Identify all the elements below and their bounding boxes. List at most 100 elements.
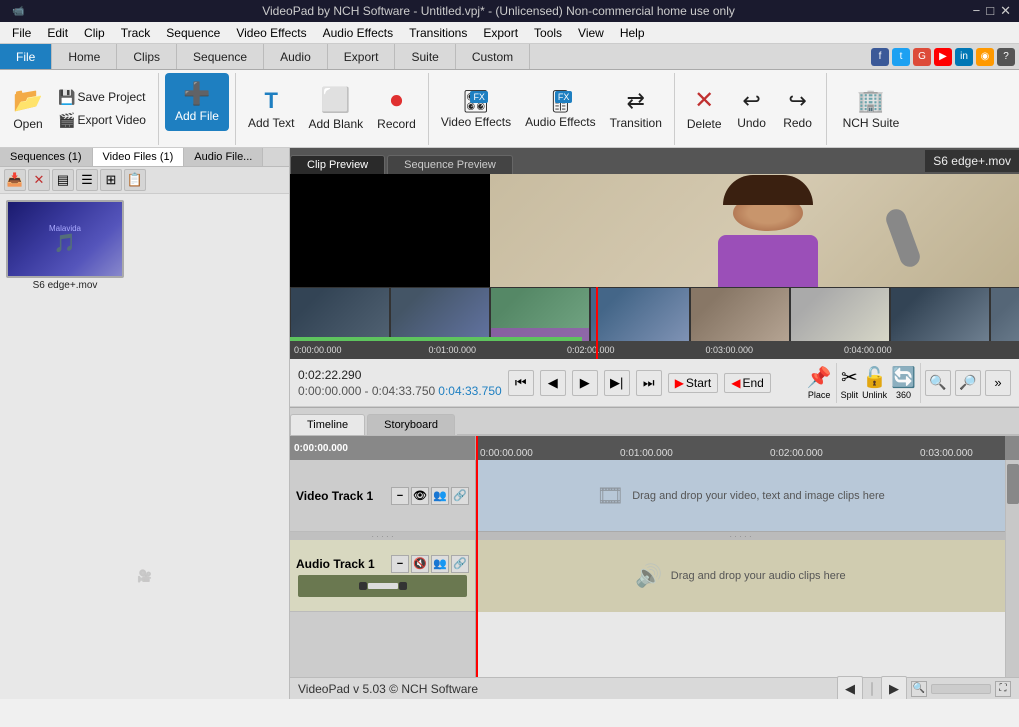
audio-waveform bbox=[298, 575, 467, 597]
scrub-line[interactable] bbox=[596, 287, 598, 359]
transition-icon: ⇄ bbox=[627, 88, 645, 114]
tab-audio[interactable]: Audio bbox=[264, 44, 328, 69]
transition-button[interactable]: ⇄ Transition bbox=[604, 79, 668, 139]
export-video-button[interactable]: 🎬 Export Video bbox=[52, 110, 152, 131]
menu-view[interactable]: View bbox=[570, 24, 612, 42]
track-content-split[interactable]: · · · · · bbox=[476, 532, 1005, 540]
open-button[interactable]: 📂 Open bbox=[6, 79, 50, 139]
tab-custom[interactable]: Custom bbox=[456, 44, 530, 69]
unlink-button[interactable]: 🔓 Unlink bbox=[862, 365, 887, 400]
track-mute-icon[interactable]: 🔇 bbox=[411, 555, 429, 573]
track-minus-icon2[interactable]: − bbox=[391, 555, 409, 573]
tab-video-files[interactable]: Video Files (1) bbox=[93, 148, 185, 166]
google-icon[interactable]: G bbox=[913, 48, 931, 66]
list-view-button[interactable]: ☰ bbox=[76, 169, 98, 191]
zoom-slider[interactable] bbox=[931, 684, 991, 694]
audio-track-area[interactable]: 🔊 Drag and drop your audio clips here bbox=[476, 540, 1005, 612]
prev-frame-button[interactable]: ◀ bbox=[540, 370, 566, 396]
rss-icon[interactable]: ◉ bbox=[976, 48, 994, 66]
track-minus-icon[interactable]: − bbox=[391, 487, 409, 505]
track-link-icon2[interactable]: 🔗 bbox=[451, 555, 469, 573]
next-frame-button[interactable]: ▶| bbox=[604, 370, 630, 396]
menu-track[interactable]: Track bbox=[113, 24, 159, 42]
main-layout: Sequences (1) Video Files (1) Audio File… bbox=[0, 148, 1019, 699]
tab-suite[interactable]: Suite bbox=[395, 44, 455, 69]
twitter-icon[interactable]: t bbox=[892, 48, 910, 66]
tab-file[interactable]: File bbox=[0, 44, 52, 69]
menu-edit[interactable]: Edit bbox=[39, 24, 76, 42]
track-group-icon2[interactable]: 👥 bbox=[431, 555, 449, 573]
play-button[interactable]: ▶ bbox=[572, 370, 598, 396]
redo-icon: ↪ bbox=[788, 88, 806, 114]
menu-clip[interactable]: Clip bbox=[76, 24, 113, 42]
menu-help[interactable]: Help bbox=[612, 24, 653, 42]
save-project-button[interactable]: 💾 Save Project bbox=[52, 87, 152, 108]
fullscreen-btn[interactable]: ⛶ bbox=[995, 681, 1011, 697]
horizontal-scrollbar[interactable] bbox=[871, 682, 873, 696]
preview-main-video[interactable] bbox=[490, 174, 1019, 287]
delete-button[interactable]: ✕ Delete bbox=[681, 79, 728, 139]
scroll-right-btn[interactable]: ▶ bbox=[881, 676, 907, 700]
scrollbar-thumb[interactable] bbox=[1007, 464, 1019, 504]
tab-home[interactable]: Home bbox=[52, 44, 117, 69]
facebook-icon[interactable]: f bbox=[871, 48, 889, 66]
nch-suite-button[interactable]: 🏢 NCH Suite bbox=[837, 79, 906, 139]
track-scrollbar[interactable] bbox=[1005, 460, 1019, 677]
audio-effects-button[interactable]: 🎚 FX Audio Effects bbox=[519, 79, 602, 139]
tab-clips[interactable]: Clips bbox=[117, 44, 177, 69]
zoom-btn[interactable]: 🔍 bbox=[911, 681, 927, 697]
skip-end-button[interactable]: ⏭ bbox=[636, 370, 662, 396]
split-button[interactable]: ✂ Split bbox=[841, 365, 859, 400]
track-split-handle[interactable]: · · · · · bbox=[290, 532, 475, 540]
start-marker-button[interactable]: ▶ Start bbox=[668, 373, 719, 393]
add-file-button[interactable]: ➕ Add File bbox=[165, 73, 229, 131]
record-button[interactable]: ⏺ Record bbox=[371, 79, 422, 139]
video-track-name: Video Track 1 bbox=[296, 489, 373, 503]
menu-transitions[interactable]: Transitions bbox=[401, 24, 475, 42]
menu-video-effects[interactable]: Video Effects bbox=[228, 24, 314, 42]
minimize-button[interactable]: − bbox=[973, 3, 981, 19]
360-button[interactable]: 🔄 360 bbox=[891, 365, 916, 400]
more-button[interactable]: » bbox=[985, 370, 1011, 396]
linkedin-icon[interactable]: in bbox=[955, 48, 973, 66]
sort-button[interactable]: ▤ bbox=[52, 169, 74, 191]
add-text-button[interactable]: T Add Text bbox=[242, 79, 300, 139]
scroll-left-btn[interactable]: ◀ bbox=[837, 676, 863, 700]
undo-button[interactable]: ↩ Undo bbox=[730, 79, 774, 139]
track-group-icon[interactable]: 👥 bbox=[431, 487, 449, 505]
track-link-icon[interactable]: 🔗 bbox=[451, 487, 469, 505]
menu-sequence[interactable]: Sequence bbox=[158, 24, 228, 42]
place-button[interactable]: 📌 Place bbox=[807, 365, 832, 400]
list-item[interactable]: Malavida 🎵 S6 edge+.mov bbox=[6, 200, 124, 291]
redo-button[interactable]: ↪ Redo bbox=[776, 79, 820, 139]
remove-button[interactable]: ✕ bbox=[28, 169, 50, 191]
tab-sequence[interactable]: Sequence bbox=[177, 44, 264, 69]
tab-clip-preview[interactable]: Clip Preview bbox=[290, 155, 385, 174]
help-icon[interactable]: ? bbox=[997, 48, 1015, 66]
tab-sequence-preview[interactable]: Sequence Preview bbox=[387, 155, 513, 174]
tab-sequences[interactable]: Sequences (1) bbox=[0, 148, 93, 166]
grid-view-button[interactable]: ⊞ bbox=[100, 169, 122, 191]
track-eye-icon[interactable]: 👁 bbox=[411, 487, 429, 505]
import-button[interactable]: 📥 bbox=[4, 169, 26, 191]
tab-timeline[interactable]: Timeline bbox=[290, 414, 365, 435]
menu-tools[interactable]: Tools bbox=[526, 24, 570, 42]
add-blank-button[interactable]: ⬜ Add Blank bbox=[302, 79, 369, 139]
zoom-in-button[interactable]: 🔍 bbox=[925, 370, 951, 396]
tab-audio-files[interactable]: Audio File... bbox=[184, 148, 263, 166]
menu-file[interactable]: File bbox=[4, 24, 39, 42]
end-marker-button[interactable]: ◀ End bbox=[724, 373, 771, 393]
menu-export[interactable]: Export bbox=[475, 24, 526, 42]
video-track-area[interactable]: 🎞 Drag and drop your video, text and ima… bbox=[476, 460, 1005, 532]
close-button[interactable]: ✕ bbox=[1000, 3, 1011, 19]
maximize-button[interactable]: □ bbox=[986, 3, 994, 19]
metadata-button[interactable]: 📋 bbox=[124, 169, 146, 191]
youtube-icon[interactable]: ▶ bbox=[934, 48, 952, 66]
menu-audio-effects[interactable]: Audio Effects bbox=[315, 24, 402, 42]
skip-start-button[interactable]: ⏮ bbox=[508, 370, 534, 396]
video-effects-button[interactable]: 🎛 FX Video Effects bbox=[435, 79, 517, 139]
zoom-out-button[interactable]: 🔎 bbox=[955, 370, 981, 396]
tab-export[interactable]: Export bbox=[328, 44, 396, 69]
scrub-progress bbox=[290, 337, 582, 341]
tab-storyboard[interactable]: Storyboard bbox=[367, 414, 455, 435]
